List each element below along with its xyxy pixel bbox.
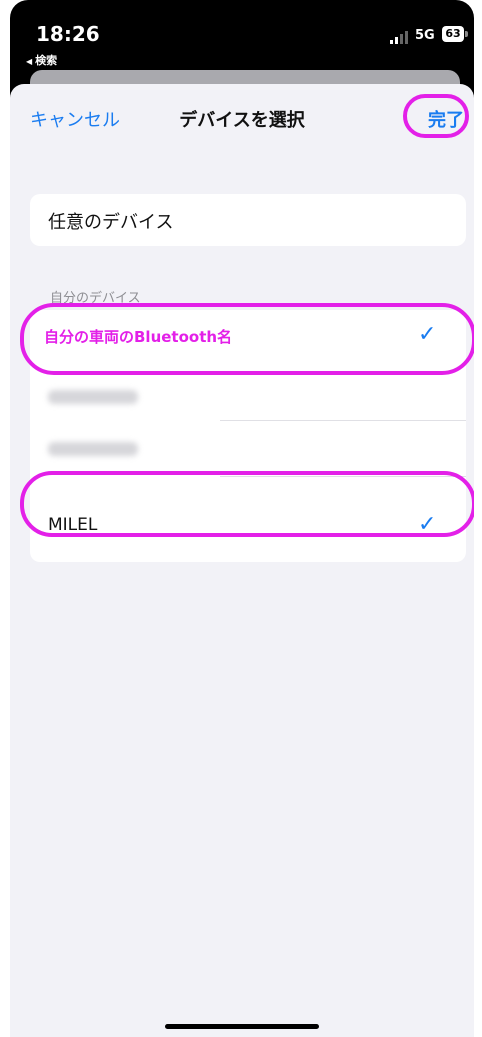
blurred-device-name <box>48 442 138 456</box>
signal-icon <box>390 31 408 44</box>
status-bar: 18:26 ◀ 検索 5G 63 <box>10 0 474 70</box>
cancel-button[interactable]: キャンセル <box>30 106 120 132</box>
home-indicator[interactable] <box>165 1024 319 1029</box>
network-type: 5G <box>415 28 435 43</box>
battery-tip <box>465 31 468 37</box>
back-app-label: 検索 <box>35 54 58 67</box>
back-triangle-icon: ◀ <box>26 57 33 66</box>
back-to-app-link[interactable]: ◀ 検索 <box>26 52 57 68</box>
phone-screen: 18:26 ◀ 検索 5G 63 デバイスを選択 キャンセル 完了 任意のデバイス… <box>10 0 474 1037</box>
any-device-label: 任意のデバイス <box>48 212 174 233</box>
device-picker-sheet: デバイスを選択 キャンセル 完了 任意のデバイス 自分のデバイス 自分の車両のB… <box>10 84 474 1037</box>
highlight-ring-done <box>403 94 469 138</box>
blurred-device-name <box>48 390 138 404</box>
status-time: 18:26 <box>36 22 100 46</box>
device-row-obscured[interactable] <box>30 422 466 476</box>
device-row-obscured[interactable] <box>30 370 466 424</box>
highlight-ring-vehicle <box>20 303 474 375</box>
battery-icon: 63 <box>442 26 464 42</box>
highlight-ring-milel <box>20 471 474 537</box>
any-device-option[interactable]: 任意のデバイス <box>30 194 466 246</box>
